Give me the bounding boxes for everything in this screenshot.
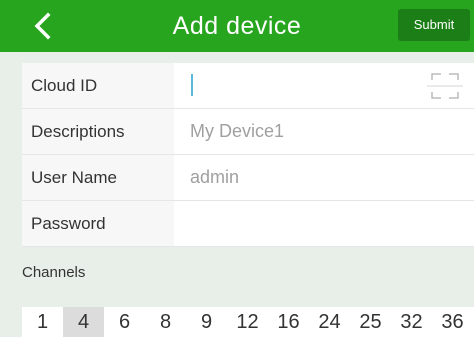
channel-option[interactable]: 4 — [63, 307, 104, 337]
user-name-field-container — [174, 155, 474, 200]
channel-option[interactable]: 6 — [104, 307, 145, 337]
channel-option[interactable]: 9 — [186, 307, 227, 337]
submit-button[interactable]: Submit — [398, 9, 470, 41]
user-name-row: User Name — [22, 155, 474, 201]
password-field-container — [174, 201, 474, 246]
channels-label: Channels — [22, 264, 86, 281]
channel-option[interactable]: 24 — [309, 307, 350, 337]
channel-option[interactable]: 36 — [432, 307, 473, 337]
password-input[interactable] — [174, 201, 474, 246]
descriptions-field-container — [174, 109, 474, 154]
channel-option[interactable]: 32 — [391, 307, 432, 337]
descriptions-input[interactable] — [174, 109, 474, 154]
cloud-id-row: Cloud ID — [22, 63, 474, 109]
channel-option[interactable]: 25 — [350, 307, 391, 337]
text-cursor — [191, 74, 193, 96]
password-label: Password — [22, 201, 174, 246]
channel-selector: 1 4 6 8 9 12 16 24 25 32 36 — [22, 307, 474, 337]
user-name-label: User Name — [22, 155, 174, 200]
descriptions-row: Descriptions — [22, 109, 474, 155]
channel-option[interactable]: 16 — [268, 307, 309, 337]
channel-option[interactable]: 12 — [227, 307, 268, 337]
descriptions-label: Descriptions — [22, 109, 174, 154]
channel-option[interactable]: 1 — [22, 307, 63, 337]
top-bar: Add device Submit — [0, 0, 474, 52]
password-row: Password — [22, 201, 474, 247]
channel-option[interactable]: 8 — [145, 307, 186, 337]
cloud-id-label: Cloud ID — [22, 63, 174, 108]
user-name-input[interactable] — [174, 155, 474, 200]
scan-qr-icon[interactable] — [424, 69, 466, 103]
device-form: Cloud ID Descriptions User Name — [22, 63, 474, 247]
cloud-id-field-container — [174, 63, 474, 108]
